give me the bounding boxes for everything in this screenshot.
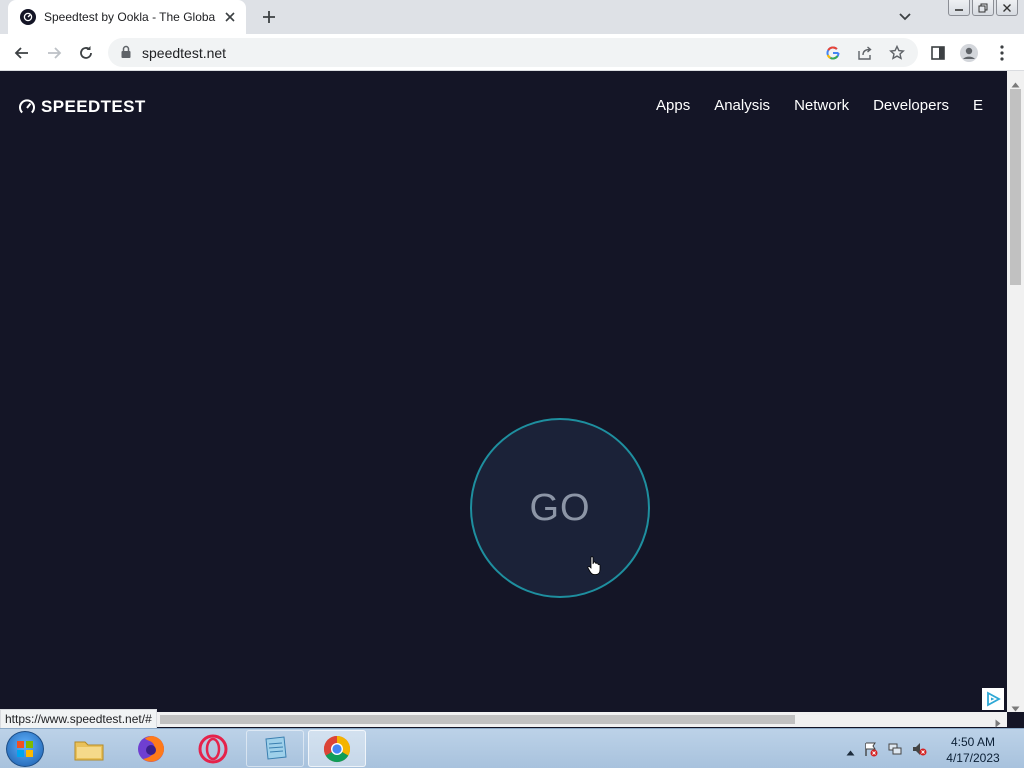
nav-link-developers[interactable]: Developers xyxy=(873,97,949,114)
google-icon[interactable] xyxy=(824,44,842,62)
profile-avatar-icon[interactable] xyxy=(959,43,979,63)
restore-icon[interactable] xyxy=(972,0,994,16)
speedtest-logo[interactable]: SPEEDTEST xyxy=(18,97,146,117)
logo-text: SPEEDTEST xyxy=(41,97,146,116)
close-tab-icon[interactable] xyxy=(222,9,238,25)
vertical-scrollbar[interactable] xyxy=(1007,71,1024,712)
clock-time: 4:50 AM xyxy=(950,735,996,749)
address-bar[interactable]: speedtest.net xyxy=(108,38,918,67)
nav-link-apps[interactable]: Apps xyxy=(656,97,690,114)
share-icon[interactable] xyxy=(856,44,874,62)
url-text[interactable]: speedtest.net xyxy=(142,45,226,61)
tab-title: Speedtest by Ookla - The Global xyxy=(44,10,216,24)
horizontal-scroll-thumb[interactable] xyxy=(160,715,795,724)
start-button[interactable] xyxy=(6,731,44,767)
menu-dots-icon[interactable] xyxy=(992,43,1012,63)
speedtest-favicon-icon xyxy=(20,9,36,25)
side-panel-icon[interactable] xyxy=(928,43,948,63)
close-window-icon[interactable] xyxy=(996,0,1018,16)
file-explorer-icon[interactable] xyxy=(60,730,118,767)
reload-icon[interactable] xyxy=(76,43,96,63)
clock-date: 4/17/2023 xyxy=(946,751,1000,765)
opera-icon[interactable] xyxy=(184,730,242,767)
scroll-down-icon[interactable] xyxy=(1011,699,1020,717)
minimize-icon[interactable] xyxy=(948,0,970,16)
tab-strip: Speedtest by Ookla - The Global xyxy=(0,0,1024,34)
action-center-flag-icon[interactable] xyxy=(863,741,879,762)
chrome-icon[interactable] xyxy=(308,730,366,767)
nav-link-network[interactable]: Network xyxy=(794,97,849,114)
system-clock[interactable]: 4:50 AM 4/17/2023 xyxy=(940,734,1006,766)
browser-toolbar: speedtest.net xyxy=(0,34,1024,71)
forward-arrow-icon[interactable] xyxy=(44,43,64,63)
new-tab-icon[interactable] xyxy=(258,6,280,28)
adchoices-icon[interactable] xyxy=(982,688,1004,710)
volume-muted-icon[interactable] xyxy=(911,741,927,762)
show-hidden-icons-icon[interactable] xyxy=(846,743,855,761)
firefox-icon[interactable] xyxy=(122,730,180,767)
windows-logo-icon xyxy=(17,741,33,757)
nav-link-truncated[interactable]: E xyxy=(973,97,983,114)
nav-link-analysis[interactable]: Analysis xyxy=(714,97,770,114)
taskbar: 4:50 AM 4/17/2023 xyxy=(0,728,1024,768)
speedtest-page: SPEEDTEST Apps Analysis Network Develope… xyxy=(0,71,1007,712)
system-tray xyxy=(846,741,927,762)
lock-icon[interactable] xyxy=(120,45,132,64)
vertical-scroll-thumb[interactable] xyxy=(1010,89,1021,285)
go-button[interactable]: GO xyxy=(470,418,650,598)
hand-cursor-icon xyxy=(587,556,601,581)
network-icon[interactable] xyxy=(887,741,903,762)
chevron-down-icon[interactable] xyxy=(896,8,914,26)
main-nav: Apps Analysis Network Developers E xyxy=(656,97,983,114)
bookmark-star-icon[interactable] xyxy=(888,44,906,62)
back-arrow-icon[interactable] xyxy=(12,43,32,63)
speedometer-icon xyxy=(19,99,35,114)
window-controls xyxy=(948,0,1018,16)
browser-tab[interactable]: Speedtest by Ookla - The Global xyxy=(8,0,246,34)
go-label: GO xyxy=(529,486,591,529)
status-url-bubble: https://www.speedtest.net/# xyxy=(0,709,157,729)
notepad-icon[interactable] xyxy=(246,730,304,767)
